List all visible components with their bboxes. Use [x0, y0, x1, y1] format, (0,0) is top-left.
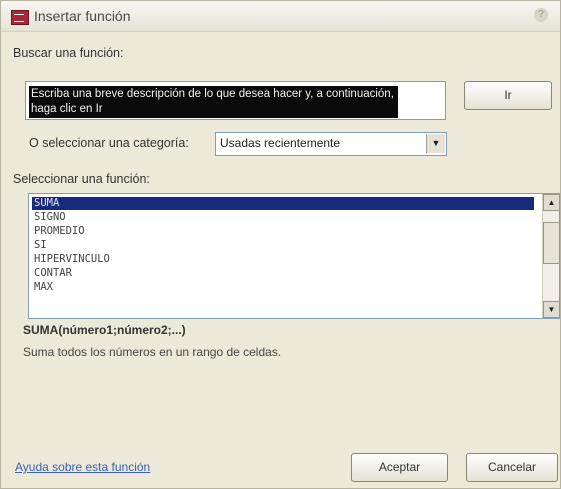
- function-list-scrollbar[interactable]: ▲ ▼: [542, 194, 559, 318]
- list-item-contar[interactable]: CONTAR: [32, 267, 534, 280]
- list-item-si[interactable]: SI: [32, 239, 534, 252]
- category-select[interactable]: Usadas recientemente ▼: [215, 132, 447, 156]
- function-list[interactable]: SUMA SIGNO PROMEDIO SI HIPERVINCULO CONT…: [28, 193, 560, 319]
- insert-function-dialog: Insertar función ? Buscar una función: E…: [0, 0, 561, 489]
- search-input-value: Escriba una breve descripción de lo que …: [29, 86, 398, 118]
- list-item-suma[interactable]: SUMA: [32, 197, 534, 210]
- go-button[interactable]: Ir: [464, 81, 552, 110]
- window-title: Insertar función: [34, 8, 131, 24]
- category-selected-value: Usadas recientemente: [220, 136, 341, 150]
- function-description: Suma todos los números en un rango de ce…: [23, 345, 282, 359]
- category-label: O seleccionar una categoría:: [29, 136, 189, 150]
- scrollbar-thumb[interactable]: [543, 222, 559, 264]
- cancel-button[interactable]: Cancelar: [466, 453, 558, 482]
- search-input[interactable]: Escriba una breve descripción de lo que …: [25, 81, 446, 120]
- function-dialog-icon: [11, 10, 29, 25]
- list-item-hipervinculo[interactable]: HIPERVINCULO: [32, 253, 534, 266]
- help-icon[interactable]: ?: [534, 8, 548, 22]
- chevron-down-icon[interactable]: ▼: [426, 134, 445, 153]
- search-label: Buscar una función:: [13, 46, 124, 60]
- list-item-max[interactable]: MAX: [32, 281, 534, 294]
- function-help-link[interactable]: Ayuda sobre esta función: [15, 460, 150, 474]
- title-bar: Insertar función ?: [1, 1, 560, 32]
- list-item-promedio[interactable]: PROMEDIO: [32, 225, 534, 238]
- scroll-up-icon[interactable]: ▲: [543, 194, 559, 211]
- function-signature: SUMA(número1;número2;...): [23, 323, 186, 337]
- list-item-signo[interactable]: SIGNO: [32, 211, 534, 224]
- scroll-down-icon[interactable]: ▼: [543, 301, 559, 318]
- ok-button[interactable]: Aceptar: [351, 453, 448, 482]
- function-list-label: Seleccionar una función:: [13, 172, 150, 186]
